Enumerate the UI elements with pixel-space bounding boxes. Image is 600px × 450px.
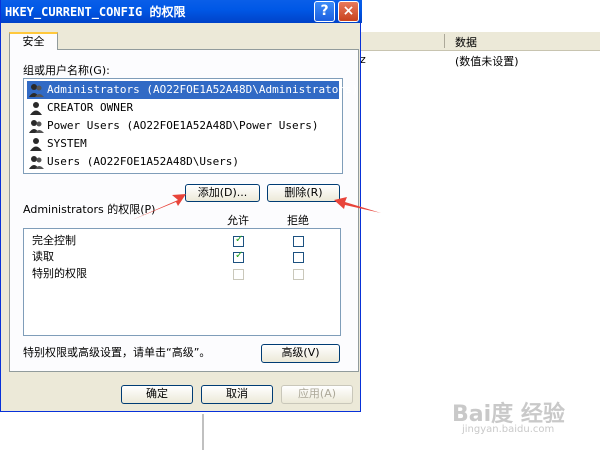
tab-security[interactable]: 安全 xyxy=(9,32,58,50)
users-listbox[interactable]: Administrators (AO22FOE1A52A48D\Administ… xyxy=(23,78,358,174)
ok-button[interactable]: 确定 xyxy=(121,385,193,404)
user-name: CREATOR OWNER xyxy=(47,101,134,114)
help-button[interactable]: ? xyxy=(314,1,335,22)
cancel-button[interactable]: 取消 xyxy=(201,385,273,404)
remove-button[interactable]: 删除(R) xyxy=(267,184,340,202)
list-item-system[interactable]: SYSTEM xyxy=(27,135,339,153)
apply-button: 应用(A) xyxy=(281,385,353,404)
permissions-label: Administrators 的权限(P) xyxy=(23,203,156,216)
allow-special-checkbox xyxy=(233,269,244,280)
user-name: Power Users (AO22FOE1A52A48D\Power Users… xyxy=(47,119,319,132)
user-icon xyxy=(30,138,42,151)
user-group-icon xyxy=(29,84,44,97)
dialog-title: HKEY_CURRENT_CONFIG 的权限 xyxy=(5,5,186,19)
list-item-power-users[interactable]: Power Users (AO22FOE1A52A48D\Power Users… xyxy=(27,117,339,135)
column-divider[interactable] xyxy=(444,34,445,48)
permission-read: 读取 xyxy=(32,250,54,263)
close-icon: × xyxy=(342,3,355,19)
user-name: SYSTEM xyxy=(47,137,87,150)
deny-header: 拒绝 xyxy=(287,214,309,227)
data-column-header[interactable]: 数据 xyxy=(455,34,477,50)
close-button[interactable]: × xyxy=(338,1,359,22)
advanced-button[interactable]: 高级(V) xyxy=(261,344,340,363)
user-group-icon xyxy=(29,156,44,169)
data-value-cell: (数值未设置) xyxy=(455,55,519,68)
check-icon: ✓ xyxy=(235,250,244,261)
add-button[interactable]: 添加(D)... xyxy=(185,184,260,202)
deny-full-control-checkbox[interactable] xyxy=(293,236,304,247)
allow-read-checkbox[interactable]: ✓ xyxy=(233,250,244,263)
permission-special: 特别的权限 xyxy=(32,267,87,280)
deny-read-checkbox[interactable] xyxy=(293,252,304,263)
allow-full-control-checkbox[interactable]: ✓ xyxy=(233,234,244,247)
check-icon: ✓ xyxy=(235,234,244,245)
user-group-icon xyxy=(29,120,44,133)
title-bar[interactable]: HKEY_CURRENT_CONFIG 的权限 ? × xyxy=(1,0,362,23)
users-label: 组或用户名称(G): xyxy=(23,64,110,77)
deny-special-checkbox xyxy=(293,269,304,280)
permissions-list: 完全控制 ✓ 读取 ✓ 特别的权限 xyxy=(23,228,341,336)
permission-full-control: 完全控制 xyxy=(32,234,76,247)
user-name: Users (AO22FOE1A52A48D\Users) xyxy=(47,155,240,168)
list-item-administrators[interactable]: Administrators (AO22FOE1A52A48D\Administ… xyxy=(27,81,358,99)
pane-divider xyxy=(202,414,204,450)
permissions-dialog: HKEY_CURRENT_CONFIG 的权限 ? × 安全 组或用户名称(G)… xyxy=(0,0,362,412)
help-icon: ? xyxy=(320,3,329,19)
advanced-hint: 特别权限或高级设置，请单击“高级”。 xyxy=(23,346,211,359)
list-header xyxy=(360,32,600,51)
list-item-creator-owner[interactable]: CREATOR OWNER xyxy=(27,99,339,117)
user-icon xyxy=(30,102,42,115)
user-name: Administrators (AO22FOE1A52A48D\Administ… xyxy=(47,83,359,96)
allow-header: 允许 xyxy=(227,214,249,227)
list-item-users[interactable]: Users (AO22FOE1A52A48D\Users) xyxy=(27,153,339,171)
watermark-url: jingyan.baidu.com xyxy=(462,424,555,435)
